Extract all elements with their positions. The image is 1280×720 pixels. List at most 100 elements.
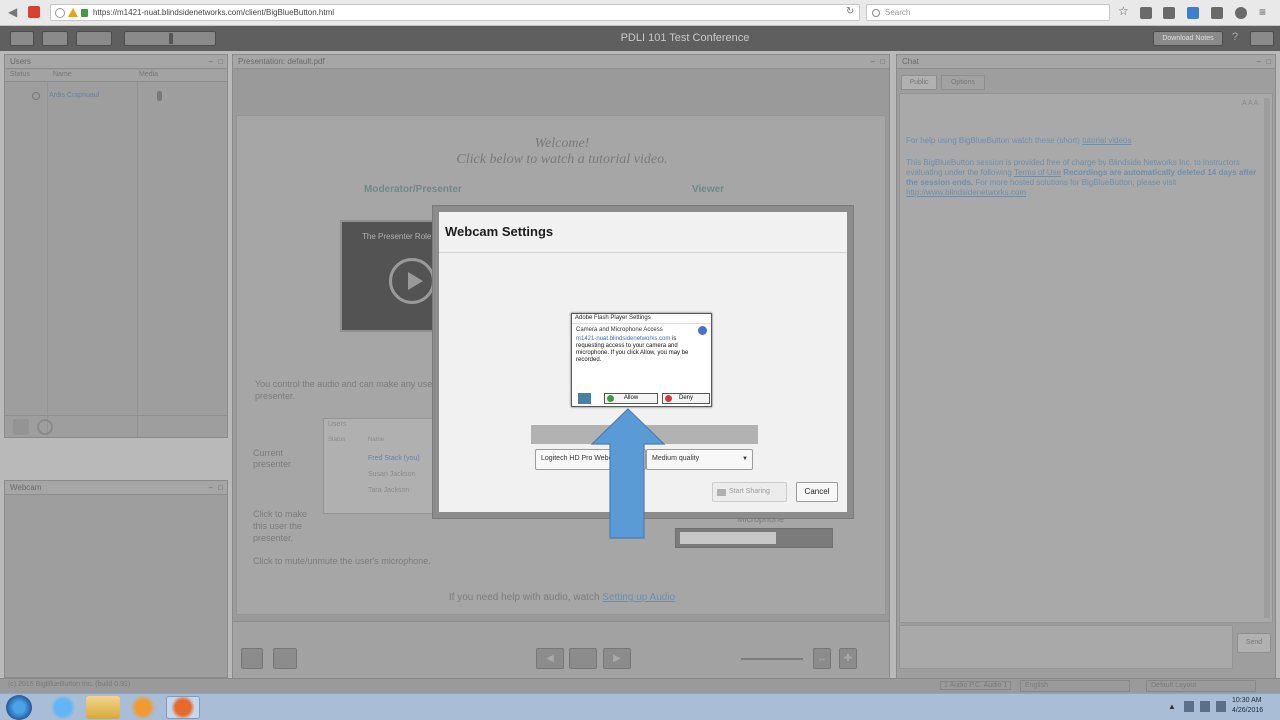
microphone-icon[interactable] [157,91,162,101]
user-row[interactable]: Ardis Crapnuaul [5,90,227,104]
minimize-icon[interactable]: – [209,57,213,66]
toggle-outline-button[interactable] [273,648,297,669]
chat-message-area: A A A For help using BigBlueButton watch… [899,93,1273,623]
terms-link[interactable]: Terms of Use [1014,168,1061,177]
firefox-icon[interactable] [166,696,200,719]
previous-slide-button[interactable]: ◀ [536,648,564,669]
start-sharing-button[interactable]: Start Sharing [712,482,787,502]
help-icon[interactable]: ? [1232,31,1238,43]
audio-help-link[interactable]: Setting up Audio [602,592,675,603]
current-presenter-label: Current presenter [253,448,292,469]
allow-button[interactable]: Allow [604,393,658,404]
presentation-panel-title: Presentation: default.pdf [238,57,325,66]
annotation-arrow-shape [590,408,666,539]
raise-hand-button[interactable] [13,419,29,435]
viewer-video-link[interactable]: Viewer [692,184,724,195]
column-media[interactable]: Media [139,71,158,78]
chevron-down-icon: ▼ [742,456,748,462]
maximize-icon[interactable]: □ [218,57,223,66]
font-size-control[interactable]: A A A [1242,100,1258,107]
volume-icon[interactable] [1200,701,1210,712]
minimize-icon[interactable]: – [871,57,875,66]
fit-width-button[interactable]: ↔ [813,648,831,669]
pocket-icon[interactable] [1163,7,1175,19]
users-footer [5,415,227,437]
minimize-icon[interactable]: – [209,483,213,492]
windows-taskbar: ▲ 10:30 AM 4/26/2016 [0,693,1280,720]
webcam-icon [717,489,726,496]
volume-slider[interactable] [124,31,216,46]
tab-public[interactable]: Public [901,75,937,90]
slide-number-button[interactable] [569,648,597,669]
column-status[interactable]: Status [10,71,30,78]
tutorial-subheading: Click below to watch a tutorial video. [456,152,668,167]
cancel-button[interactable]: Cancel [796,482,838,502]
blindside-link[interactable]: http://www.blindsidenetworks.com [906,188,1026,197]
settings-gear-icon[interactable] [37,419,53,435]
minimize-icon[interactable]: – [1257,57,1261,66]
mini-user-name: Tara Jackson [368,487,410,494]
language-select[interactable]: English [1020,680,1130,692]
next-slide-button[interactable]: ▶ [603,648,631,669]
file-explorer-icon[interactable] [86,696,120,719]
column-name[interactable]: Name [53,71,72,78]
flash-dialog-body: m1421-nuat.blindsidenetworks.com is requ… [576,336,700,364]
disclaimer-text-2: For more hosted solutions for BigBlueBut… [975,178,1177,187]
media-player-icon[interactable] [126,696,160,719]
reload-icon[interactable]: ↻ [846,6,854,17]
moderator-video-link[interactable]: Moderator/Presenter [364,184,462,195]
audio-button[interactable] [76,31,112,46]
presentation-toolbar: ◀ ▶ ↔ ✚ [233,621,889,679]
flag-icon[interactable] [1216,701,1226,712]
fit-page-button[interactable]: ✚ [839,648,857,669]
play-triangle-icon [408,272,423,290]
layout-select[interactable]: Default Layout [1146,680,1256,692]
menu-icon[interactable]: ≡ [1259,5,1266,19]
lock-icon [81,9,88,17]
network-icon[interactable] [1184,701,1194,712]
clock-date[interactable]: 4/26/2016 [1232,707,1263,714]
back-icon[interactable]: ◀ [8,5,17,19]
send-button[interactable]: Send [1237,633,1271,653]
maximize-icon[interactable]: □ [1266,57,1271,66]
tutorial-videos-link[interactable]: tutorial videos [1082,136,1131,145]
annotation-arrow [590,408,666,539]
flash-help-icon[interactable] [698,326,707,335]
webcam-share-button[interactable] [42,31,68,46]
deny-button[interactable]: Deny [662,393,710,404]
search-icon [872,9,880,17]
show-hidden-icons[interactable]: ▲ [1168,702,1176,711]
addon-icon[interactable] [28,6,40,18]
copyright-text: (c) 2015 BigBlueButton Inc. (build 0.91) [8,681,131,688]
presentation-panel-header: Presentation: default.pdf – □ [233,55,889,69]
bookmark-star-icon[interactable]: ☆ [1118,4,1130,18]
column-divider [47,82,48,437]
flash-dialog-subtitle: Camera and Microphone Access [576,327,663,333]
screenshot-icon[interactable] [1140,7,1152,19]
start-button[interactable] [6,695,32,720]
webcam-panel-header: Webcam – □ [5,481,227,495]
internet-explorer-icon[interactable] [46,696,80,719]
download-icon[interactable] [1187,7,1199,19]
mini-user-name: Fred Stack (you) [368,455,420,462]
mini-column-status: Status [328,437,346,443]
sync-icon[interactable] [1235,7,1247,19]
clock-time[interactable]: 10:30 AM [1232,697,1262,704]
volume-handle[interactable] [169,33,173,44]
url-text: https://m1421-nuat.blindsidenetworks.com… [93,8,335,17]
download-notes-button[interactable]: Download Notes [1153,31,1223,46]
screen-share-button[interactable] [10,31,34,46]
camera-settings-icon[interactable] [578,393,591,404]
zoom-slider[interactable] [741,658,803,660]
chat-message-input[interactable] [899,625,1233,669]
address-bar[interactable]: https://m1421-nuat.blindsidenetworks.com… [50,4,860,21]
upload-button[interactable] [241,648,263,669]
logout-button[interactable] [1250,31,1274,46]
search-input[interactable]: Search [866,4,1110,21]
chat-scrollbar[interactable] [1264,98,1270,618]
home-icon[interactable] [1211,7,1223,19]
maximize-icon[interactable]: □ [218,483,223,492]
welcome-heading: Welcome! [534,136,590,151]
tab-options[interactable]: Options [941,75,985,90]
maximize-icon[interactable]: □ [880,57,885,66]
